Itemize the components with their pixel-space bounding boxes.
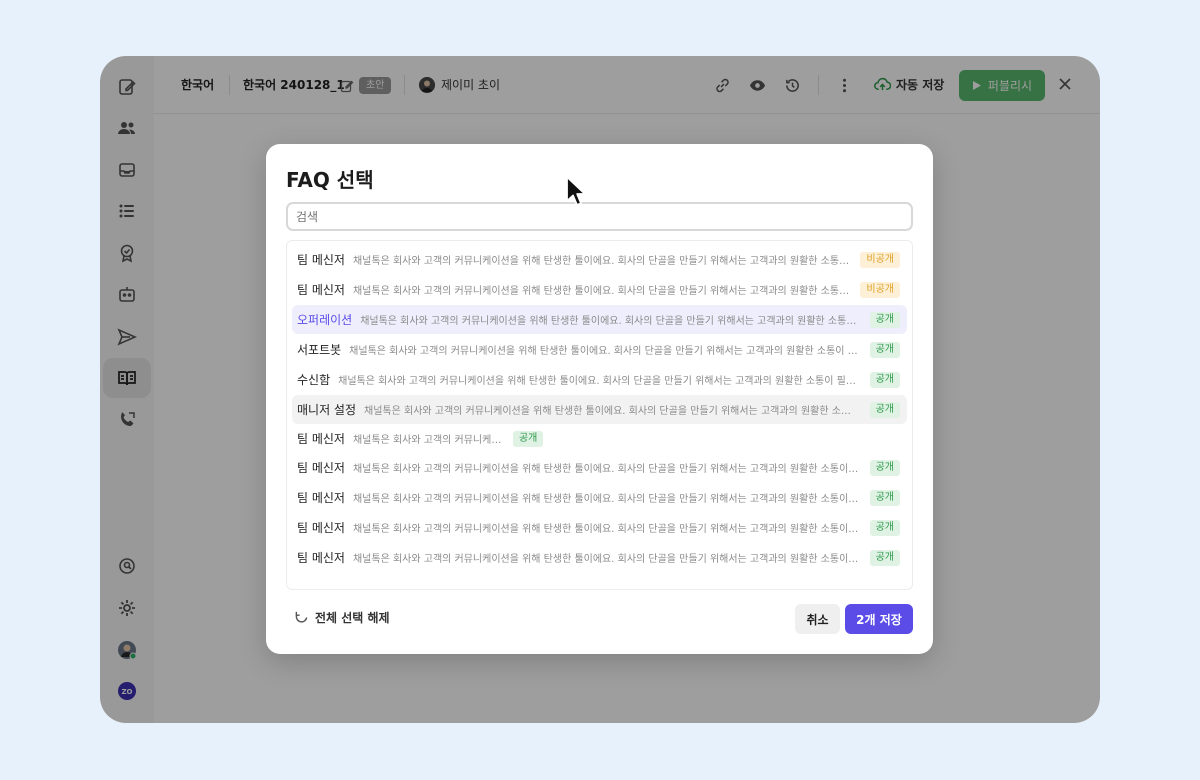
faq-row[interactable]: 팀 메신저 채널톡은 회사와 고객의 커뮤니케이션을 위해 탄생한 툴이에요. 회… — [292, 483, 907, 512]
faq-description: 채널톡은 회사와 고객의 커뮤니케이션을 위해 탄생한 툴이에요. 회사의 단골… — [349, 346, 860, 357]
faq-description: 채널톡은 회사와 고객의 커뮤니케이션을 위해 탄생한 툴이에요. 회사의 단골… — [352, 524, 860, 535]
faq-row[interactable]: 매니저 설정 채널톡은 회사와 고객의 커뮤니케이션을 위해 탄생한 툴이에요. … — [292, 395, 907, 424]
faq-row[interactable]: 서포트봇 채널톡은 회사와 고객의 커뮤니케이션을 위해 탄생한 툴이에요. 회사… — [292, 335, 907, 364]
visibility-badge: 공개 — [869, 371, 900, 388]
faq-title: 팀 메신저 — [297, 551, 345, 565]
faq-description: 채널톡은 회사와 고객의 커뮤니케이션을 위해 탄생한 툴이에요. 회사의 단골… — [352, 554, 860, 565]
faq-title: 서포트봇 — [297, 343, 342, 357]
visibility-badge: 공개 — [869, 549, 900, 566]
faq-title: 팀 메신저 — [297, 432, 345, 446]
faq-row[interactable]: 팀 메신저 채널톡은 회사와 고객의 커뮤니케이션을 위해 탄생한 툴이에요. 회… — [292, 453, 907, 482]
visibility-badge: 공개 — [869, 341, 900, 358]
visibility-badge: 비공개 — [860, 251, 900, 268]
visibility-badge: 공개 — [869, 519, 900, 536]
faq-row[interactable]: 오퍼레이션 채널톡은 회사와 고객의 커뮤니케이션을 위해 탄생한 툴이에요. 회… — [292, 305, 907, 334]
faq-description: 채널톡은 회사와 고객의 커뮤니케이션을 위해 탄생한 툴이에요. 회사의 단골… — [352, 286, 851, 297]
dialog-title: FAQ 선택 — [286, 168, 374, 192]
faq-description: 채널톡은 회사와 고객의 커뮤니케이션을 위해 탄생한 툴이에요. — [352, 435, 503, 446]
faq-title: 팀 메신저 — [297, 491, 345, 505]
search-input[interactable] — [286, 202, 913, 231]
faq-description: 채널톡은 회사와 고객의 커뮤니케이션을 위해 탄생한 툴이에요. 회사의 단골… — [352, 494, 860, 505]
faq-row[interactable]: 수신함 채널톡은 회사와 고객의 커뮤니케이션을 위해 탄생한 툴이에요. 회사의… — [292, 365, 907, 394]
visibility-badge: 비공개 — [860, 281, 900, 298]
faq-row[interactable]: 팀 메신저 채널톡은 회사와 고객의 커뮤니케이션을 위해 탄생한 툴이에요. 회… — [292, 543, 907, 572]
faq-row[interactable]: 팀 메신저 채널톡은 회사와 고객의 커뮤니케이션을 위해 탄생한 툴이에요. 회… — [292, 275, 907, 304]
cancel-button[interactable]: 취소 — [795, 604, 840, 634]
faq-description: 채널톡은 회사와 고객의 커뮤니케이션을 위해 탄생한 툴이에요. 회사의 단골… — [360, 316, 860, 327]
faq-description: 채널톡은 회사와 고객의 커뮤니케이션을 위해 탄생한 툴이에요. 회사의 단골… — [352, 256, 851, 267]
faq-list: 팀 메신저 채널톡은 회사와 고객의 커뮤니케이션을 위해 탄생한 툴이에요. 회… — [286, 240, 913, 590]
faq-description: 채널톡은 회사와 고객의 커뮤니케이션을 위해 탄생한 툴이에요. 회사의 단골… — [352, 464, 860, 475]
faq-title: 매니저 설정 — [297, 403, 357, 417]
faq-row[interactable]: 팀 메신저 채널톡은 회사와 고객의 커뮤니케이션을 위해 탄생한 툴이에요. 회… — [292, 513, 907, 542]
save-button[interactable]: 2개 저장 — [845, 604, 913, 634]
faq-title: 팀 메신저 — [297, 461, 345, 475]
faq-description: 채널톡은 회사와 고객의 커뮤니케이션을 위해 탄생한 툴이에요. 회사의 단골… — [364, 406, 860, 417]
faq-row[interactable]: 팀 메신저 채널톡은 회사와 고객의 커뮤니케이션을 위해 탄생한 툴이에요. 회… — [292, 245, 907, 274]
deselect-all-button[interactable]: 전체 선택 해제 — [294, 609, 390, 626]
faq-select-dialog: FAQ 선택 팀 메신저채널톡은 회사와 고객의 커뮤니케이션을 위해 탄생한 … — [266, 144, 933, 654]
faq-title: 오퍼레이션 — [297, 313, 353, 327]
visibility-badge: 공개 — [869, 459, 900, 476]
faq-title: 수신함 — [297, 373, 331, 387]
visibility-badge: 공개 — [869, 401, 900, 418]
faq-description: 채널톡은 회사와 고객의 커뮤니케이션을 위해 탄생한 툴이에요. 회사의 단골… — [338, 376, 860, 387]
faq-title: 팀 메신저 — [297, 283, 345, 297]
deselect-all-label: 전체 선택 해제 — [315, 611, 390, 625]
faq-row[interactable]: 팀 메신저 채널톡은 회사와 고객의 커뮤니케이션을 위해 탄생한 툴이에요. 공개 — [292, 424, 907, 453]
faq-title: 팀 메신저 — [297, 253, 345, 267]
faq-title: 팀 메신저 — [297, 521, 345, 535]
mouse-cursor-icon — [566, 176, 586, 206]
visibility-badge: 공개 — [512, 430, 544, 447]
visibility-badge: 공개 — [869, 311, 900, 328]
visibility-badge: 공개 — [869, 489, 900, 506]
refresh-icon — [295, 611, 308, 623]
